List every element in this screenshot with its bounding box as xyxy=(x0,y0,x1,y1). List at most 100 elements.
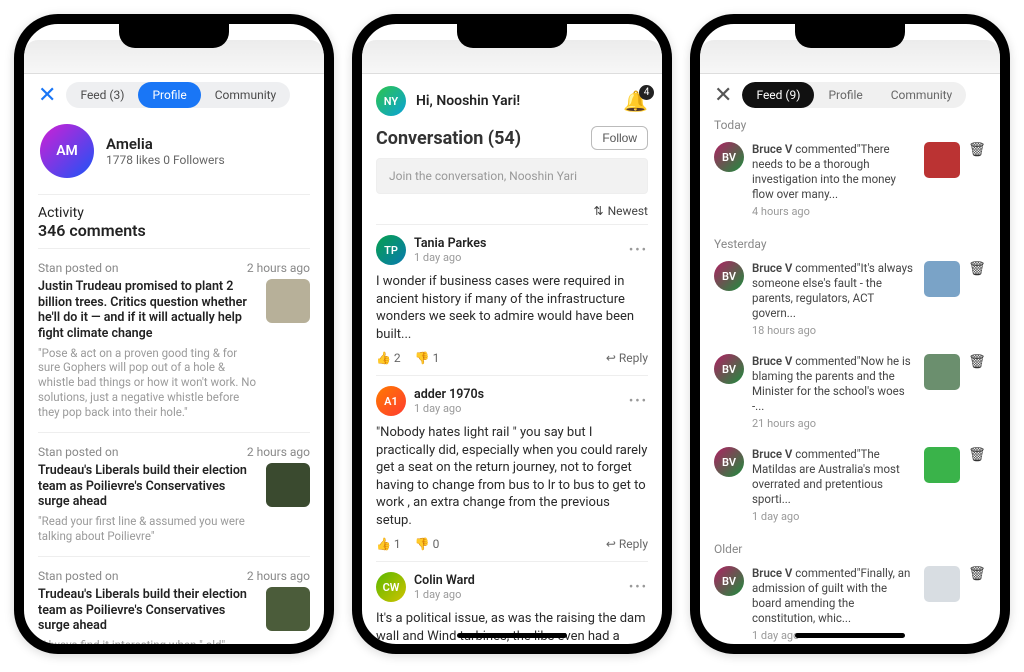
thumbnail xyxy=(924,142,960,178)
greeting-row: NY Hi, Nooshin Yari! 🔔4 xyxy=(376,82,648,126)
feed-item[interactable]: BV Bruce V commented"The Matildas are Aus… xyxy=(714,439,986,532)
commenter-avatar: A1 xyxy=(376,386,406,416)
downvote-button[interactable]: 0 xyxy=(415,537,440,551)
delete-icon[interactable]: 🗑 xyxy=(968,566,986,584)
comment: A1 adder 1970s1 day ago ••• "Nobody hates l… xyxy=(376,375,648,561)
profile-screen: ✕ Feed (3) Profile Community AM Amelia 1… xyxy=(24,74,324,644)
sort-control[interactable]: ⇅ Newest xyxy=(376,204,648,218)
commenter-name: Tania Parkes xyxy=(414,236,486,251)
home-indicator xyxy=(457,633,567,638)
time-ago: 18 hours ago xyxy=(752,324,916,338)
comment: TPTania Parkes1 day ago•••I wonder if bu… xyxy=(376,224,648,375)
feed-list: TodayBVBruce V commented"There needs to … xyxy=(714,118,986,644)
actor-avatar: BV xyxy=(714,142,744,172)
commenter-avatar: TP xyxy=(376,235,406,265)
avatar: AM xyxy=(40,124,94,178)
join-input[interactable]: Join the conversation, Nooshin Yari xyxy=(376,158,648,194)
greeting-text: Hi, Nooshin Yari! xyxy=(416,93,520,109)
delete-icon[interactable]: 🗑 xyxy=(968,447,986,465)
tab-feed[interactable]: Feed (3) xyxy=(66,82,138,108)
top-bar: ✕ Feed (9) Profile Community xyxy=(714,82,986,108)
actor-avatar: BV xyxy=(714,566,744,596)
author-line: Stan posted on xyxy=(38,261,118,275)
feed-screen: ✕ Feed (9) Profile Community TodayBVBruc… xyxy=(700,74,1000,644)
conversation-screen: NY Hi, Nooshin Yari! 🔔4 Conversation (54… xyxy=(362,74,662,644)
tab-profile[interactable]: Profile xyxy=(814,82,876,108)
more-icon[interactable]: ••• xyxy=(629,580,648,595)
phone-profile: ✕ Feed (3) Profile Community AM Amelia 1… xyxy=(14,14,334,654)
time-ago: 1 day ago xyxy=(414,588,475,601)
delete-icon[interactable]: 🗑 xyxy=(968,142,986,160)
time-ago: 4 hours ago xyxy=(752,205,916,219)
sort-label: Newest xyxy=(608,204,648,218)
thumbnail xyxy=(924,447,960,483)
close-icon[interactable]: ✕ xyxy=(714,83,732,108)
upvote-button[interactable]: 2 xyxy=(376,351,401,365)
activity-list: Stan posted on 2 hours ago Justin Trudeau … xyxy=(38,249,310,644)
phone-feed: ✕ Feed (9) Profile Community TodayBVBruc… xyxy=(690,14,1010,654)
conversation-title: Conversation (54) xyxy=(376,128,521,149)
tab-feed[interactable]: Feed (9) xyxy=(742,82,814,108)
feed-text: Bruce V commented"It's always someone el… xyxy=(752,261,916,338)
segment-control: Feed (9) Profile Community xyxy=(742,82,966,108)
commenter-avatar: CW xyxy=(376,572,406,602)
segment-control: Feed (3) Profile Community xyxy=(66,82,290,108)
downvote-button[interactable]: 1 xyxy=(415,351,440,365)
feed-item[interactable]: BV Bruce V commented"It's always someone … xyxy=(714,253,986,346)
group-label: Older xyxy=(714,542,986,556)
comment-list: TPTania Parkes1 day ago•••I wonder if bu… xyxy=(376,224,648,644)
user-avatar: NY xyxy=(376,86,406,116)
reply-button[interactable]: ↩ Reply xyxy=(606,351,648,365)
profile-header: AM Amelia 1778 likes 0 Followers xyxy=(38,108,310,195)
home-indicator xyxy=(795,633,905,638)
tab-community[interactable]: Community xyxy=(877,82,966,108)
profile-name: Amelia xyxy=(106,135,225,153)
sort-icon: ⇅ xyxy=(594,204,604,218)
commenter-name: adder 1970s xyxy=(414,387,484,402)
actor-avatar: BV xyxy=(714,261,744,291)
feed-text: Bruce V commented"Now he is blaming the … xyxy=(752,354,916,431)
profile-meta: 1778 likes 0 Followers xyxy=(106,153,225,167)
notifications-icon[interactable]: 🔔4 xyxy=(623,89,648,113)
phone-conversation: NY Hi, Nooshin Yari! 🔔4 Conversation (54… xyxy=(352,14,672,654)
more-icon[interactable]: ••• xyxy=(629,243,648,258)
thumbnail xyxy=(266,279,310,323)
thumbnail xyxy=(924,354,960,390)
thumbnail xyxy=(924,566,960,602)
notch xyxy=(119,24,229,48)
headline: Trudeau's Liberals build their election … xyxy=(38,463,258,510)
follow-button[interactable]: Follow xyxy=(591,126,648,150)
upvote-button[interactable]: 1 xyxy=(376,537,401,551)
notifications-badge: 4 xyxy=(639,85,654,100)
feed-text: Bruce V commented"The Matildas are Austr… xyxy=(752,447,916,524)
delete-icon[interactable]: 🗑 xyxy=(968,261,986,279)
commenter-name: Colin Ward xyxy=(414,573,475,588)
conversation-head: Conversation (54) Follow xyxy=(376,126,648,150)
comment: CWColin Ward1 day ago•••It's a political… xyxy=(376,561,648,644)
time-ago: 2 hours ago xyxy=(247,445,310,459)
activity-item[interactable]: Stan posted on2 hours agoJustin Trudeau … xyxy=(38,249,310,433)
activity-item[interactable]: Stan posted on2 hours agoTrudeau's Liber… xyxy=(38,557,310,644)
actor-avatar: BV xyxy=(714,447,744,477)
comment-quote: "Pose & act on a proven good ting & for … xyxy=(38,346,258,421)
time-ago: 1 day ago xyxy=(414,251,486,264)
time-ago: 1 day ago xyxy=(414,402,484,415)
close-icon[interactable]: ✕ xyxy=(38,83,56,108)
more-icon[interactable]: ••• xyxy=(629,394,648,409)
comment-quote: "Read your first line & assumed you were… xyxy=(38,514,258,544)
profile-info: Amelia 1778 likes 0 Followers xyxy=(106,135,225,167)
feed-item[interactable]: BVBruce V commented"There needs to be a … xyxy=(714,134,986,227)
feed-item[interactable]: BV Bruce V commented"Finally, an admissio… xyxy=(714,558,986,644)
feed-text: Bruce V commented"Finally, an admission … xyxy=(752,566,916,643)
reply-button[interactable]: ↩ Reply xyxy=(606,537,648,551)
comment-body: "Nobody hates light rail " you say but I… xyxy=(376,416,648,537)
tab-profile[interactable]: Profile xyxy=(138,82,200,108)
activity-item[interactable]: Stan posted on2 hours agoTrudeau's Liber… xyxy=(38,433,310,557)
feed-item[interactable]: BV Bruce V commented"Now he is blaming th… xyxy=(714,346,986,439)
tab-community[interactable]: Community xyxy=(201,82,290,108)
delete-icon[interactable]: 🗑 xyxy=(968,354,986,372)
actor-avatar: BV xyxy=(714,354,744,384)
headline: Justin Trudeau promised to plant 2 billi… xyxy=(38,279,258,342)
notch xyxy=(795,24,905,48)
activity-label: Activity xyxy=(38,195,310,221)
